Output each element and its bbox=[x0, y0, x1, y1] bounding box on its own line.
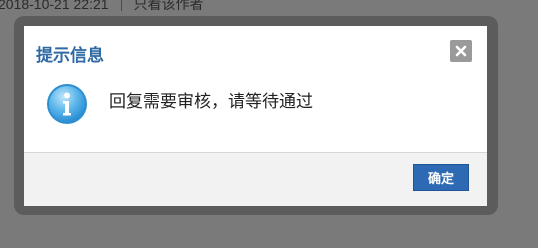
dialog-title: 提示信息 bbox=[36, 46, 104, 65]
background-post-meta: 2018-10-21 22:21 只看该作者 bbox=[0, 0, 204, 14]
close-button[interactable] bbox=[450, 40, 472, 62]
dialog-message: 回复需要审核，请等待通过 bbox=[109, 92, 313, 111]
only-author-link[interactable]: 只看该作者 bbox=[134, 0, 204, 14]
info-icon bbox=[47, 84, 87, 124]
post-timestamp: 2018-10-21 22:21 bbox=[0, 0, 109, 12]
confirm-button[interactable]: 确定 bbox=[413, 164, 469, 191]
dialog-footer: 确定 bbox=[24, 152, 487, 206]
close-icon bbox=[455, 45, 467, 57]
meta-divider bbox=[120, 0, 122, 11]
alert-dialog: 提示信息 回复需要审核，请等待通过 确定 bbox=[24, 26, 487, 206]
